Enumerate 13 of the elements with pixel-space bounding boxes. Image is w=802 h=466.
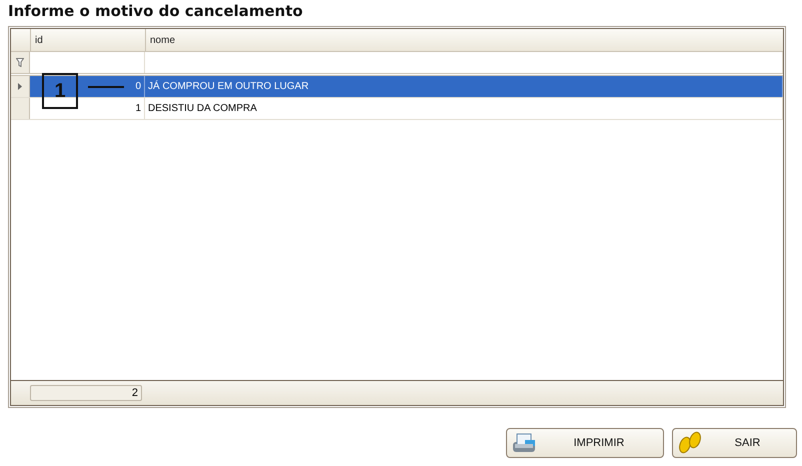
filter-icon[interactable] — [16, 58, 24, 67]
leader-line — [88, 86, 124, 88]
record-count: 2 — [30, 385, 142, 401]
exit-button[interactable]: SAIR — [672, 428, 797, 458]
footprints-icon — [677, 431, 703, 455]
callout-label: 1 — [42, 73, 78, 109]
current-row-icon — [18, 83, 22, 90]
print-button[interactable]: IMPRIMIR — [506, 428, 664, 458]
row-indicator[interactable] — [11, 76, 30, 97]
column-header[interactable]: id — [30, 29, 145, 51]
dialog-title: Informe o motivo do cancelamento — [8, 2, 303, 20]
table-cell: JÁ COMPROU EM OUTRO LUGAR — [145, 76, 783, 97]
column-header[interactable]: nome — [145, 29, 783, 51]
